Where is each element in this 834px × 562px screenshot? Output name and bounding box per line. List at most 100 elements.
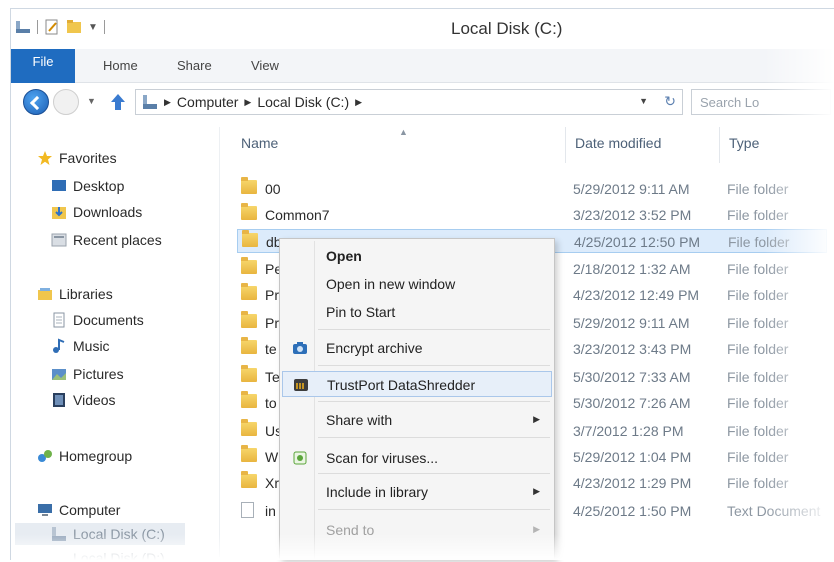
folder-icon	[241, 177, 257, 194]
menu-item-label: Share with	[326, 412, 393, 428]
column-separator[interactable]	[719, 127, 720, 163]
folder-icon	[241, 419, 257, 436]
file-type: File folder	[727, 341, 789, 357]
menu-item-send-to[interactable]: Send to ▶	[282, 517, 552, 543]
menu-separator	[318, 437, 550, 438]
pane-divider[interactable]	[219, 127, 220, 557]
folder-icon	[241, 203, 257, 220]
address-bar[interactable]: ▶ Computer ▶ Local Disk (C:) ▶ ▼ ↻	[135, 89, 683, 115]
nav-downloads[interactable]: Downloads	[51, 201, 142, 223]
breadcrumb-arrow[interactable]: ▶	[355, 97, 362, 108]
antivirus-icon	[292, 450, 308, 466]
refresh-icon[interactable]: ↻	[664, 93, 676, 110]
documents-icon	[51, 312, 67, 328]
context-menu: Open Open in new window Pin to Start Enc…	[279, 238, 555, 560]
homegroup-icon	[37, 448, 53, 464]
file-type: File folder	[727, 475, 789, 491]
menu-item-open-new-window[interactable]: Open in new window	[282, 271, 552, 297]
folder-icon	[241, 311, 257, 328]
breadcrumb-arrow[interactable]: ▶	[244, 97, 251, 108]
column-header-date[interactable]: Date modified	[575, 135, 661, 151]
menu-item-include-in-library[interactable]: Include in library ▶	[282, 479, 552, 505]
menu-item-label: Encrypt archive	[326, 340, 423, 356]
nav-local-disk-c[interactable]: Local Disk (C:)	[15, 523, 185, 545]
menu-item-share-with[interactable]: Share with ▶	[282, 407, 552, 433]
nav-label: Local Disk (D:)	[73, 550, 165, 560]
breadcrumb-computer[interactable]: Computer	[177, 94, 238, 110]
menu-item-encrypt-archive[interactable]: Encrypt archive	[282, 335, 552, 361]
menu-separator	[318, 473, 550, 474]
menu-item-open[interactable]: Open	[282, 243, 552, 269]
folder-icon	[241, 257, 257, 274]
new-folder-icon[interactable]	[66, 19, 82, 35]
column-header-name[interactable]: Name	[241, 135, 278, 151]
nav-documents[interactable]: Documents	[51, 309, 144, 331]
forward-button[interactable]	[53, 89, 79, 115]
nav-pictures[interactable]: Pictures	[51, 363, 124, 385]
file-type: File folder	[727, 287, 789, 303]
folder-icon	[242, 230, 258, 247]
star-icon	[37, 150, 53, 166]
nav-recent-places[interactable]: Recent places	[51, 229, 162, 251]
file-name: 00	[265, 181, 281, 197]
up-button[interactable]	[107, 91, 129, 113]
drive-icon	[51, 526, 67, 542]
nav-local-disk-d[interactable]: Local Disk (D:)	[51, 547, 165, 560]
column-separator[interactable]	[565, 127, 566, 163]
sort-ascending-icon: ▲	[399, 127, 408, 137]
nav-favorites[interactable]: Favorites	[37, 147, 117, 169]
customize-toolbar-dropdown[interactable]: ▼	[88, 22, 98, 33]
submenu-arrow-icon: ▶	[533, 486, 540, 496]
menu-item-trustport-datashredder[interactable]: TrustPort DataShredder	[282, 371, 552, 397]
nav-desktop[interactable]: Desktop	[51, 175, 124, 197]
camera-icon	[292, 340, 308, 356]
menu-separator	[318, 365, 550, 366]
nav-label: Favorites	[59, 150, 117, 166]
file-row[interactable]: Common7 3/23/2012 3:52 PM File folder	[237, 203, 827, 227]
drive-icon	[51, 550, 67, 560]
file-date: 4/25/2012 1:50 PM	[573, 503, 692, 519]
file-date: 5/30/2012 7:26 AM	[573, 395, 691, 411]
drive-icon[interactable]	[15, 19, 31, 35]
folder-icon	[241, 471, 257, 488]
file-type: File folder	[727, 395, 789, 411]
menu-item-pin-to-start[interactable]: Pin to Start	[282, 299, 552, 325]
tab-share[interactable]: Share	[177, 58, 212, 73]
libraries-icon	[37, 286, 53, 302]
tab-view[interactable]: View	[251, 58, 279, 73]
folder-icon	[241, 391, 257, 408]
submenu-arrow-icon: ▶	[533, 524, 540, 534]
breadcrumb-local-disk[interactable]: Local Disk (C:)	[257, 94, 349, 110]
back-button[interactable]	[23, 89, 49, 115]
recent-locations-dropdown[interactable]: ▼	[87, 96, 96, 106]
folder-icon	[241, 283, 257, 300]
address-dropdown[interactable]: ▼	[639, 96, 648, 106]
breadcrumb-arrow[interactable]: ▶	[164, 97, 171, 108]
menu-item-label: Open	[326, 248, 362, 264]
properties-icon[interactable]	[44, 19, 60, 35]
file-type: File folder	[727, 207, 789, 223]
nav-videos[interactable]: Videos	[51, 389, 116, 411]
nav-label: Music	[73, 338, 110, 354]
column-header-type[interactable]: Type	[729, 135, 759, 151]
nav-computer[interactable]: Computer	[37, 499, 120, 521]
menu-item-label: Send to	[326, 522, 375, 538]
menu-item-label: Include in library	[326, 484, 428, 500]
nav-libraries[interactable]: Libraries	[37, 283, 113, 305]
file-name: W	[265, 449, 279, 465]
tab-file[interactable]: File	[11, 49, 75, 83]
menu-separator	[318, 329, 550, 330]
search-input[interactable]: Search Lo	[691, 89, 831, 115]
nav-homegroup[interactable]: Homegroup	[37, 445, 132, 467]
computer-icon	[37, 502, 53, 518]
nav-label: Pictures	[73, 366, 124, 382]
menu-item-scan-for-viruses[interactable]: Scan for viruses...	[282, 445, 552, 471]
file-type: File folder	[727, 315, 789, 331]
window-title: Local Disk (C:)	[451, 19, 563, 38]
recent-places-icon	[51, 232, 67, 248]
nav-music[interactable]: Music	[51, 335, 110, 357]
file-row[interactable]: 00 5/29/2012 9:11 AM File folder	[237, 177, 827, 201]
file-date: 3/23/2012 3:43 PM	[573, 341, 692, 357]
file-type: File folder	[727, 369, 789, 385]
tab-home[interactable]: Home	[103, 58, 138, 73]
